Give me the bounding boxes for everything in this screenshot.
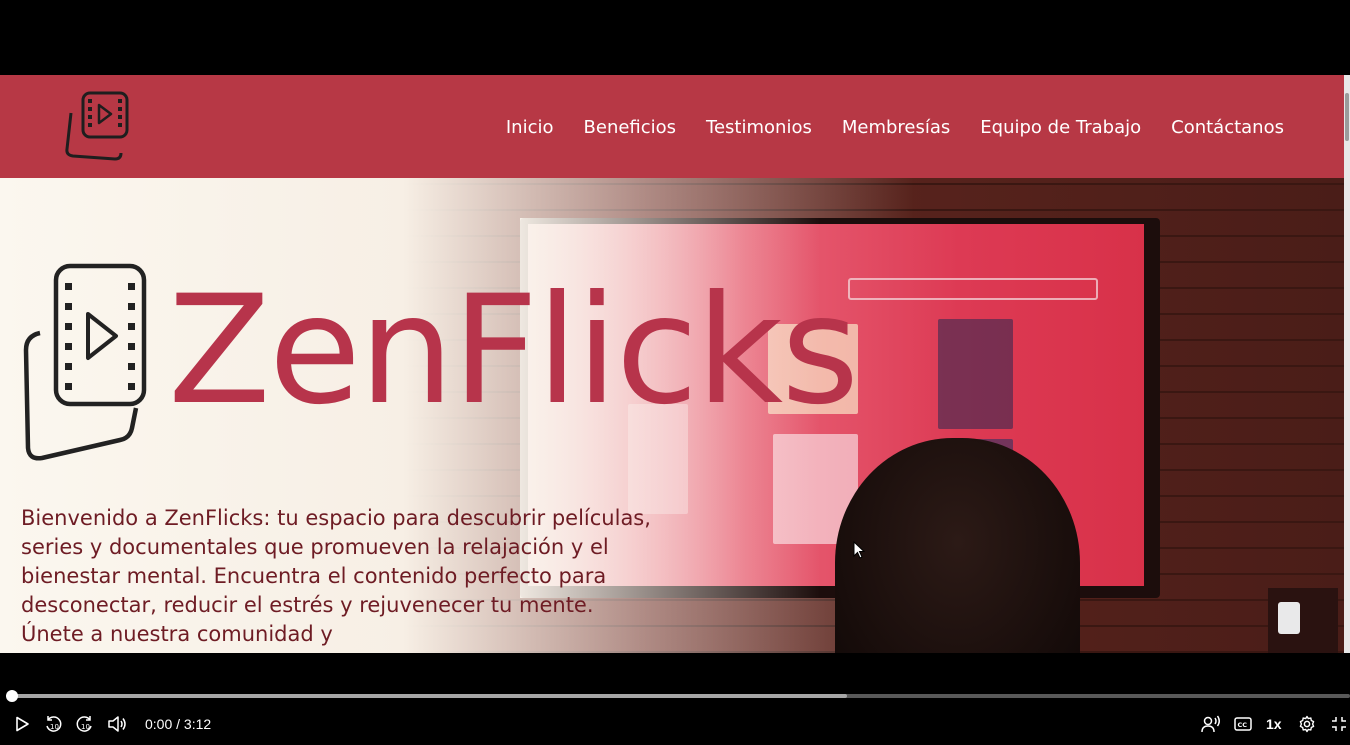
volume-icon — [108, 716, 126, 732]
shelf-object — [1268, 588, 1338, 653]
svg-text:10: 10 — [81, 723, 90, 731]
fullscreen-exit-icon — [1332, 717, 1346, 731]
forward-10-button[interactable]: 10 — [70, 709, 100, 739]
nav-item-equipo[interactable]: Equipo de Trabajo — [980, 117, 1141, 138]
video-logo-icon[interactable] — [63, 91, 133, 161]
main-nav: Inicio Beneficios Testimonios Membresías… — [506, 117, 1284, 138]
nav-item-contactanos[interactable]: Contáctanos — [1171, 117, 1284, 138]
video-frame[interactable]: Inicio Beneficios Testimonios Membresías… — [0, 75, 1350, 653]
page-scrollbar-thumb[interactable] — [1345, 93, 1349, 141]
play-icon — [16, 716, 29, 732]
play-button[interactable] — [7, 709, 37, 739]
player-controls: 10 10 0:00 / 3:12 CC 1x — [0, 709, 1350, 739]
transcript-button[interactable] — [1196, 709, 1226, 739]
hero-section: ZenFlicks Bienvenido a ZenFlicks: tu esp… — [0, 178, 1344, 653]
volume-button[interactable] — [102, 709, 132, 739]
time-display: 0:00 / 3:12 — [145, 716, 212, 732]
settings-button[interactable] — [1292, 709, 1322, 739]
fullscreen-exit-button[interactable] — [1324, 709, 1350, 739]
nav-item-membresias[interactable]: Membresías — [842, 117, 950, 138]
progress-buffered — [12, 694, 847, 698]
forward-10-icon: 10 — [76, 716, 92, 732]
brand-logo: ZenFlicks — [20, 258, 859, 468]
nav-item-testimonios[interactable]: Testimonios — [706, 117, 812, 138]
page-scrollbar[interactable] — [1344, 75, 1350, 653]
progress-scrubber[interactable] — [6, 690, 18, 702]
site-header: Inicio Beneficios Testimonios Membresías… — [0, 75, 1344, 178]
rewind-10-icon: 10 — [46, 716, 62, 732]
progress-bar[interactable] — [12, 694, 1350, 698]
brand-name: ZenFlicks — [168, 264, 859, 438]
nav-item-inicio[interactable]: Inicio — [506, 117, 554, 138]
svg-text:10: 10 — [50, 723, 59, 731]
nav-item-beneficios[interactable]: Beneficios — [584, 117, 677, 138]
mouse-cursor-icon — [853, 541, 865, 559]
captions-button[interactable]: CC — [1228, 709, 1258, 739]
settings-icon — [1299, 715, 1315, 733]
captions-icon: CC — [1234, 717, 1252, 731]
playback-speed-button[interactable]: 1x — [1266, 716, 1282, 732]
svg-text:CC: CC — [1238, 721, 1248, 729]
transcript-icon — [1201, 715, 1220, 733]
rewind-10-button[interactable]: 10 — [38, 709, 68, 739]
film-logo-icon — [23, 263, 147, 461]
hero-intro-text: Bienvenido a ZenFlicks: tu espacio para … — [21, 506, 651, 646]
